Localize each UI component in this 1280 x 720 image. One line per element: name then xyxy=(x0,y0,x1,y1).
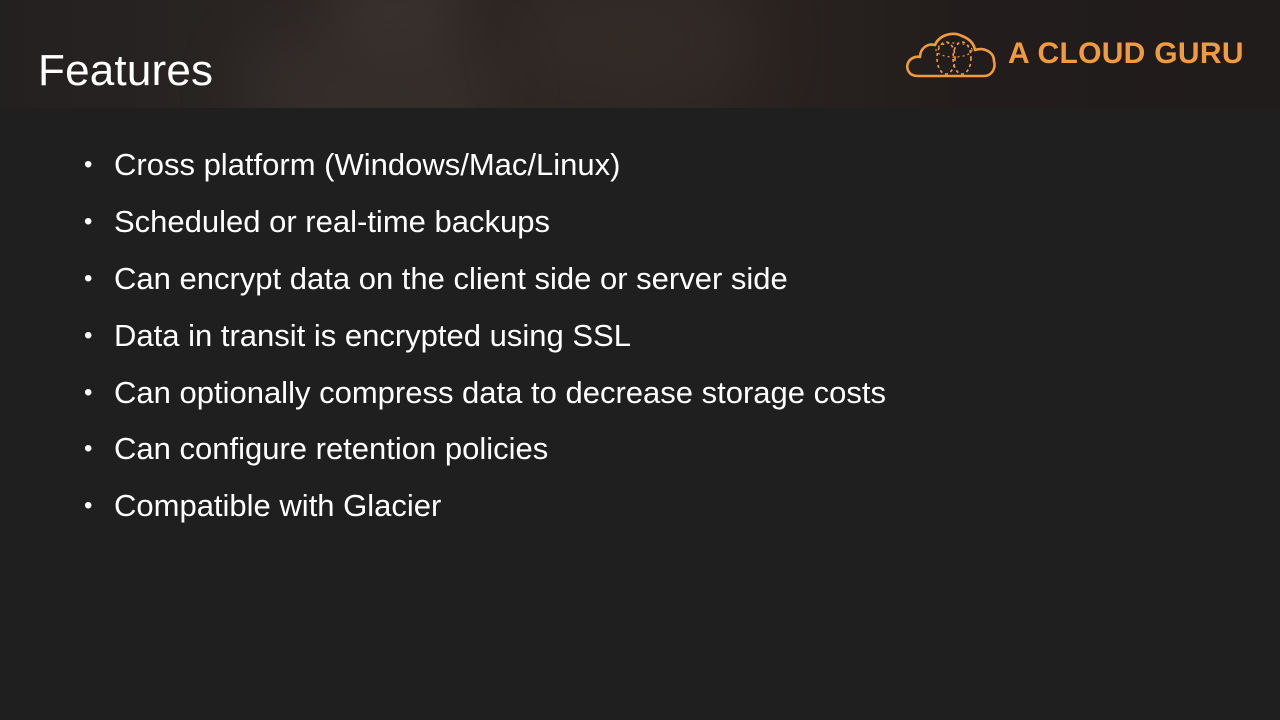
brand-name: A CLOUD GURU xyxy=(1008,37,1244,70)
header-photo-shade xyxy=(520,0,760,108)
bullet-marker: • xyxy=(84,208,93,236)
header-banner: Features A CLOUD GURU xyxy=(0,0,1280,108)
bullet-item: • Can configure retention policies xyxy=(84,421,886,478)
bullet-text: Cross platform (Windows/Mac/Linux) xyxy=(114,147,621,183)
bullet-item: • Cross platform (Windows/Mac/Linux) xyxy=(84,137,886,194)
bullet-item: • Can encrypt data on the client side or… xyxy=(84,251,886,308)
bullet-item: • Compatible with Glacier xyxy=(84,478,886,535)
cloud-icon xyxy=(906,32,996,78)
bullet-text: Can optionally compress data to decrease… xyxy=(114,374,886,410)
slide: Features A CLOUD GURU • Cross platform (… xyxy=(0,0,1280,720)
bullet-marker: • xyxy=(84,435,93,463)
bullet-list: • Cross platform (Windows/Mac/Linux) • S… xyxy=(84,137,886,535)
bullet-marker: • xyxy=(84,321,93,349)
bullet-item: • Scheduled or real-time backups xyxy=(84,194,886,251)
slide-title: Features xyxy=(38,46,214,95)
bullet-marker: • xyxy=(84,264,93,292)
bullet-item: • Can optionally compress data to decrea… xyxy=(84,364,886,421)
bullet-marker: • xyxy=(84,151,93,179)
bullet-text: Data in transit is encrypted using SSL xyxy=(114,317,631,353)
bullet-text: Compatible with Glacier xyxy=(114,488,442,524)
bullet-text: Scheduled or real-time backups xyxy=(114,204,550,240)
bullet-marker: • xyxy=(84,492,93,520)
bullet-text: Can configure retention policies xyxy=(114,431,549,467)
bullet-text: Can encrypt data on the client side or s… xyxy=(114,260,788,296)
bullet-item: • Data in transit is encrypted using SSL xyxy=(84,307,886,364)
brand-logo: A CLOUD GURU xyxy=(904,28,1244,82)
bullet-marker: • xyxy=(84,378,93,406)
